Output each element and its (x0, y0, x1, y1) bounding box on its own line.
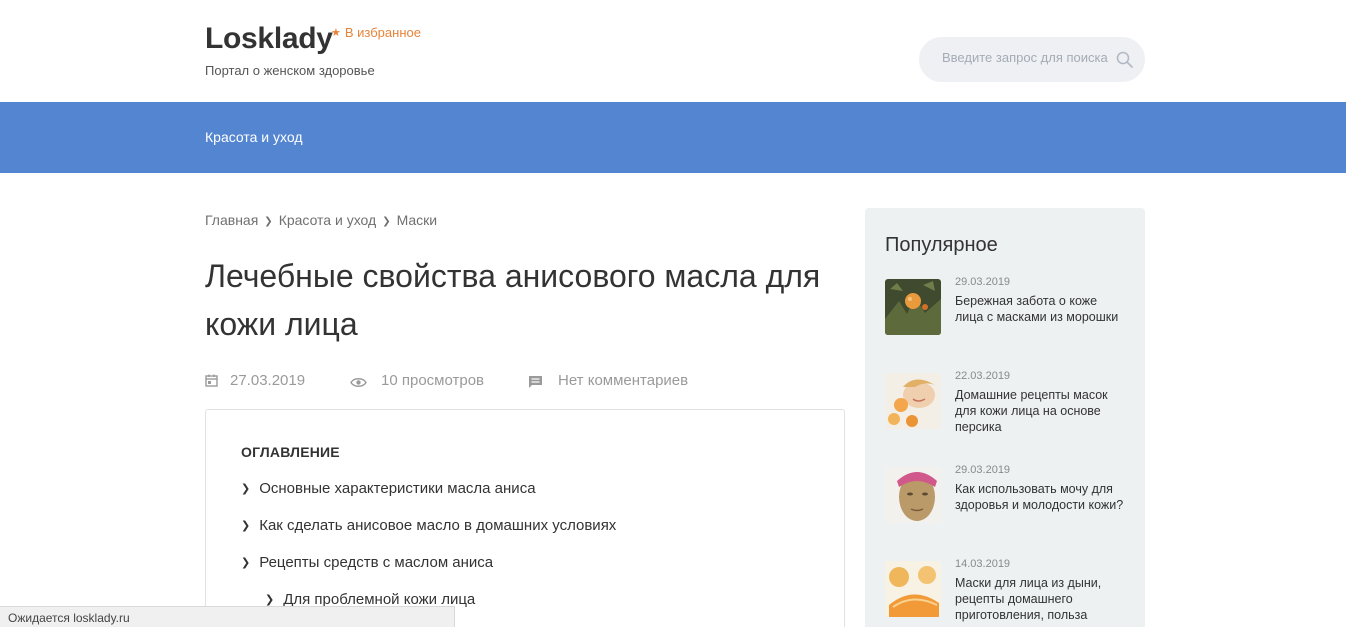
main-nav: Красота и уход (0, 102, 1346, 173)
views-text: 10 просмотров (381, 372, 485, 389)
article-date: 27.03.2019 (205, 372, 305, 389)
comment-icon (529, 376, 542, 388)
page: Losklady ★ В избранное Портал о женском … (0, 0, 1346, 627)
toc-title: ОГЛАВЛЕНИЕ (241, 444, 340, 460)
popular-link[interactable]: Маски для лица из дыни, рецепты домашнег… (955, 575, 1125, 623)
search-box[interactable]: Введите запрос для поиска (919, 37, 1145, 82)
chevron-right-icon: ❯ (241, 483, 251, 495)
search-icon[interactable] (1115, 50, 1135, 70)
face-mask-thumbnail[interactable] (885, 467, 941, 523)
table-of-contents: ОГЛАВЛЕНИЕ ❯ Основные характеристики мас… (205, 409, 845, 627)
breadcrumb-separator-icon: ❯ (382, 215, 391, 227)
breadcrumb-home[interactable]: Главная (205, 212, 258, 228)
toc-item[interactable]: ❯ Основные характеристики масла аниса (241, 480, 536, 497)
toc-item[interactable]: ❯ Рецепты средств с маслом аниса (241, 554, 493, 571)
site-logo[interactable]: Losklady (205, 22, 333, 56)
browser-status-bar: Ожидается losklady.ru (0, 606, 455, 627)
chevron-right-icon: ❯ (241, 520, 251, 532)
popular-date: 29.03.2019 (955, 464, 1011, 476)
chevron-right-icon: ❯ (241, 557, 251, 569)
popular-date: 22.03.2019 (955, 370, 1011, 382)
breadcrumb-separator-icon: ❯ (264, 215, 273, 227)
sidebar-title: Популярное (885, 234, 998, 256)
article-comments[interactable]: Нет комментариев (528, 372, 688, 389)
breadcrumb-beauty[interactable]: Красота и уход (279, 212, 377, 228)
comments-text: Нет комментариев (558, 372, 689, 389)
toc-item-label: Основные характеристики масла аниса (259, 480, 536, 497)
toc-item[interactable]: ❯ Как сделать анисовое масло в домашних … (241, 517, 616, 534)
peach-face-thumbnail[interactable] (885, 373, 941, 429)
popular-link[interactable]: Как использовать мочу для здоровья и мол… (955, 481, 1125, 513)
site-header: Losklady ★ В избранное Портал о женском … (0, 0, 1346, 102)
popular-link[interactable]: Бережная забота о коже лица с масками из… (955, 293, 1125, 325)
popular-link[interactable]: Домашние рецепты масок для кожи лица на … (955, 387, 1125, 435)
site-tagline: Портал о женском здоровье (205, 63, 375, 78)
article-title: Лечебные свойства анисового масла для ко… (205, 258, 821, 342)
toc-item-label: Как сделать анисовое масло в домашних ус… (259, 517, 617, 534)
cloudberry-thumbnail[interactable] (885, 279, 941, 335)
favorites-label: В избранное (344, 25, 421, 40)
melon-thumbnail[interactable] (885, 561, 941, 617)
eye-icon (350, 378, 367, 387)
search-input[interactable]: Введите запрос для поиска (942, 50, 1108, 65)
popular-date: 29.03.2019 (955, 276, 1011, 288)
article-views: 10 просмотров (350, 372, 484, 389)
calendar-icon (205, 374, 218, 387)
date-text: 27.03.2019 (230, 372, 306, 389)
popular-date: 14.03.2019 (955, 558, 1011, 570)
sidebar-popular: Популярное 29.03.2019 Бережная забота о … (865, 208, 1145, 627)
chevron-right-icon: ❯ (265, 594, 275, 606)
breadcrumb: Главная ❯ Красота и уход ❯ Маски (205, 212, 437, 228)
star-icon: ★ (331, 27, 341, 39)
add-to-favorites-link[interactable]: ★ В избранное (331, 25, 421, 40)
breadcrumb-masks[interactable]: Маски (397, 212, 438, 228)
toc-item-label: Рецепты средств с маслом аниса (259, 554, 494, 571)
nav-item-beauty[interactable]: Красота и уход (205, 129, 303, 145)
